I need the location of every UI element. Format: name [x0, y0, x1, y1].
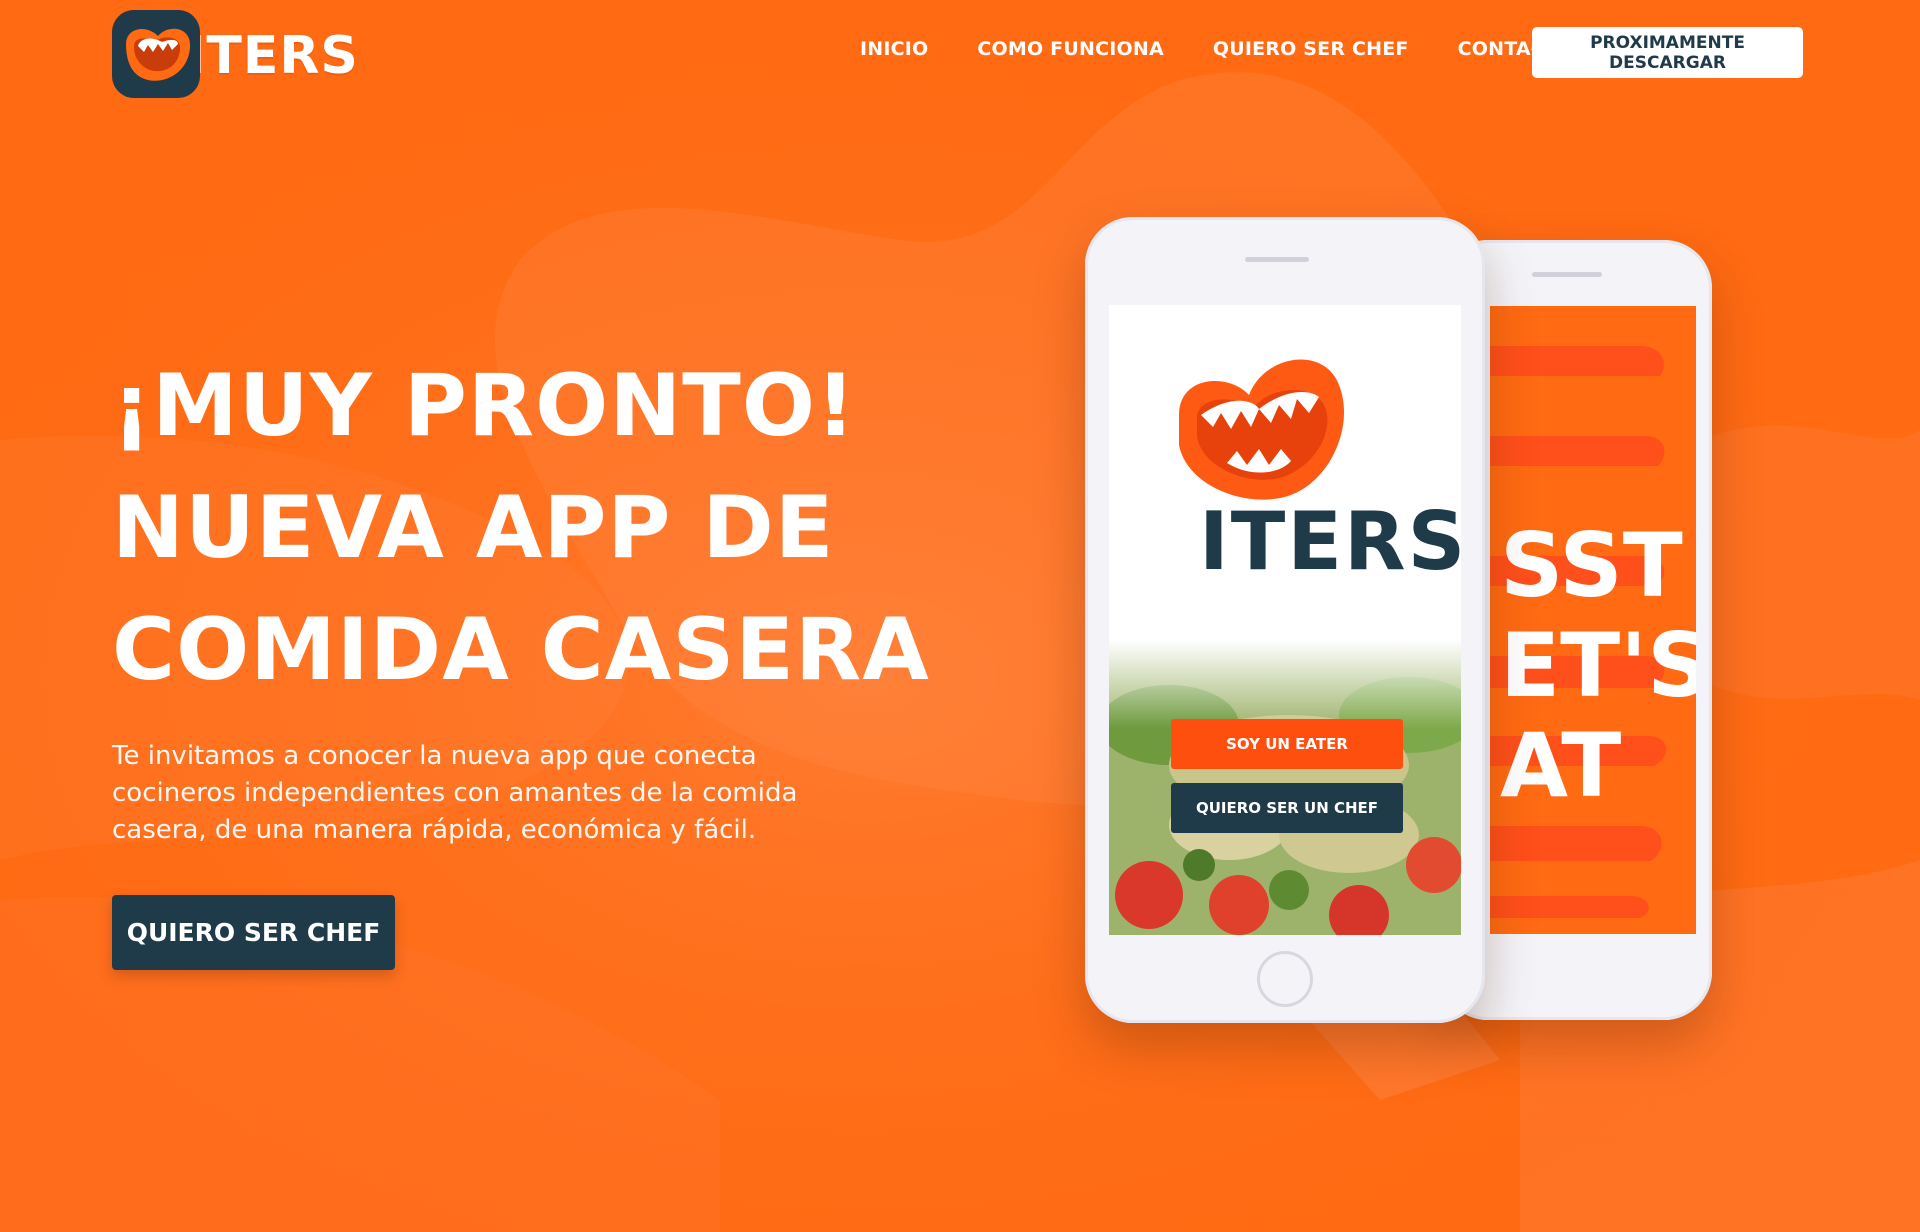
logo-text: ITERS: [186, 26, 359, 86]
phone-mockup-front: ITERS SOY UN EATER QUIERO SER UN CHEF: [1085, 217, 1485, 1023]
app-title: ITERS: [1199, 495, 1461, 588]
app-splash-art: [1109, 359, 1461, 935]
slogan-line: AT: [1500, 714, 1622, 817]
become-chef-button[interactable]: QUIERO SER CHEF: [112, 895, 395, 970]
slogan-line: SST: [1500, 514, 1683, 617]
phone-front-screen: ITERS SOY UN EATER QUIERO SER UN CHEF: [1109, 305, 1461, 935]
hero-title-line: ¡MUY PRONTO!: [112, 356, 857, 456]
hero-title-line: COMIDA CASERA: [112, 600, 930, 700]
phone-speaker: [1532, 272, 1602, 277]
site-logo[interactable]: ITERS: [112, 10, 359, 98]
nav-link-quiero-ser-chef[interactable]: QUIERO SER CHEF: [1213, 38, 1409, 60]
hero-description: Te invitamos a conocer la nueva app que …: [112, 741, 798, 845]
phone-home-button: [1257, 951, 1313, 1007]
logo-mouth-icon: [112, 10, 200, 98]
soy-un-eater-button[interactable]: SOY UN EATER: [1171, 719, 1403, 769]
slogan-line: ET'S: [1500, 614, 1696, 717]
nav-link-inicio[interactable]: INICIO: [860, 38, 928, 60]
app-mouth-icon: [1179, 359, 1345, 500]
quiero-ser-chef-app-button[interactable]: QUIERO SER UN CHEF: [1171, 783, 1403, 833]
nav-link-como-funciona[interactable]: COMO FUNCIONA: [977, 38, 1163, 60]
phone-speaker: [1245, 257, 1309, 262]
hero-title-line: NUEVA APP DE: [112, 478, 835, 578]
hero-title: ¡MUY PRONTO! NUEVA APP DE COMIDA CASERA: [112, 345, 930, 711]
phone-back-screen: SST ET'S AT: [1490, 306, 1696, 934]
download-button[interactable]: PROXIMAMENTE DESCARGAR: [1532, 27, 1803, 78]
phone-back-slogan: SST ET'S AT: [1500, 516, 1696, 816]
